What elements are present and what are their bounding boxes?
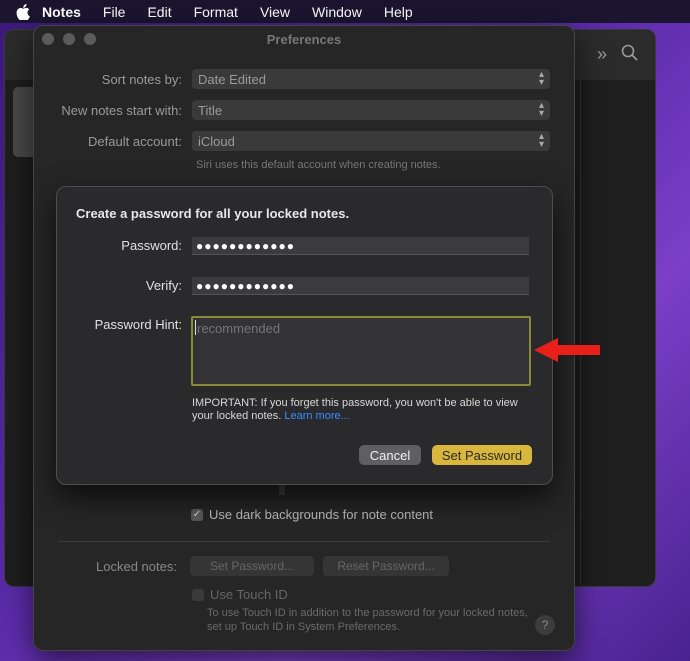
sort-label: Sort notes by: xyxy=(101,71,182,87)
sort-value: Date Edited xyxy=(198,71,266,87)
touch-id-checkbox[interactable] xyxy=(192,588,204,601)
apple-icon[interactable] xyxy=(16,3,30,20)
newnotes-select[interactable]: Title ▴ ▾ xyxy=(192,100,550,120)
set-password-confirm-button[interactable]: Set Password xyxy=(432,445,532,465)
help-button[interactable]: ? xyxy=(535,615,555,635)
menu-format[interactable]: Format xyxy=(194,4,238,20)
cancel-button[interactable]: Cancel xyxy=(359,445,421,465)
newnotes-label: New notes start with: xyxy=(61,102,182,118)
touch-id-note: To use Touch ID in addition to the passw… xyxy=(207,607,528,633)
chevron-double-right-icon[interactable]: » xyxy=(597,44,607,65)
menu-file[interactable]: File xyxy=(103,4,126,20)
touch-id-label: Use Touch ID xyxy=(210,587,288,602)
search-icon[interactable] xyxy=(621,44,639,62)
verify-label: Verify: xyxy=(145,278,182,293)
notes-pane-divider xyxy=(580,80,581,585)
learn-more-link[interactable]: Learn more... xyxy=(284,410,349,422)
preferences-titlebar: Preferences xyxy=(34,26,574,52)
text-caret xyxy=(195,320,196,335)
password-hint-label: Password Hint: xyxy=(94,317,182,332)
important-text: IMPORTANT: If you forget this password, … xyxy=(192,397,518,422)
section-divider xyxy=(58,541,550,542)
updown-chevron-icon: ▴ ▾ xyxy=(538,69,544,88)
account-label: Default account: xyxy=(88,133,182,149)
sort-select[interactable]: Date Edited ▴ ▾ xyxy=(192,69,550,89)
preferences-title: Preferences xyxy=(266,31,342,47)
newnotes-row: New notes start with: Title ▴ ▾ xyxy=(34,100,550,120)
menubar: Notes File Edit Format View Window Help xyxy=(0,0,690,23)
sort-row: Sort notes by: Date Edited ▴ ▾ xyxy=(34,69,550,89)
menu-help[interactable]: Help xyxy=(384,4,413,20)
newnotes-value: Title xyxy=(198,102,223,118)
red-arrow-icon xyxy=(534,338,600,362)
account-select[interactable]: iCloud ▴ ▾ xyxy=(192,131,550,151)
menu-notes[interactable]: Notes xyxy=(42,4,81,20)
reset-password-button[interactable]: Reset Password... xyxy=(323,556,449,576)
dark-bg-checkbox-row[interactable]: ✓ Use dark backgrounds for note content xyxy=(191,507,433,522)
updown-chevron-icon: ▴ ▾ xyxy=(538,100,544,119)
create-password-sheet: Create a password for all your locked no… xyxy=(56,186,553,485)
touch-id-row[interactable]: Use Touch ID xyxy=(192,587,288,602)
updown-chevron-icon: ▴ ▾ xyxy=(538,131,544,150)
verify-field[interactable]: ●●●●●●●●●●●● xyxy=(192,277,529,295)
siri-note: Siri uses this default account when crea… xyxy=(196,159,441,171)
account-value: iCloud xyxy=(198,133,235,149)
menu-view[interactable]: View xyxy=(260,4,290,20)
password-hint-field[interactable] xyxy=(191,316,531,386)
menu-edit[interactable]: Edit xyxy=(147,4,171,20)
sheet-heading: Create a password for all your locked no… xyxy=(76,206,350,221)
important-note: IMPORTANT: If you forget this password, … xyxy=(192,397,527,423)
dark-bg-label: Use dark backgrounds for note content xyxy=(209,507,434,522)
menu-window[interactable]: Window xyxy=(312,4,362,20)
locked-notes-label: Locked notes: xyxy=(96,559,177,574)
notes-toolbar-right: » xyxy=(597,44,639,65)
set-password-button[interactable]: Set Password... xyxy=(190,556,314,576)
password-label: Password: xyxy=(121,238,182,253)
account-row: Default account: iCloud ▴ ▾ xyxy=(34,131,550,151)
dark-bg-checkbox[interactable]: ✓ xyxy=(191,508,203,521)
password-field[interactable]: ●●●●●●●●●●●● xyxy=(192,237,529,255)
